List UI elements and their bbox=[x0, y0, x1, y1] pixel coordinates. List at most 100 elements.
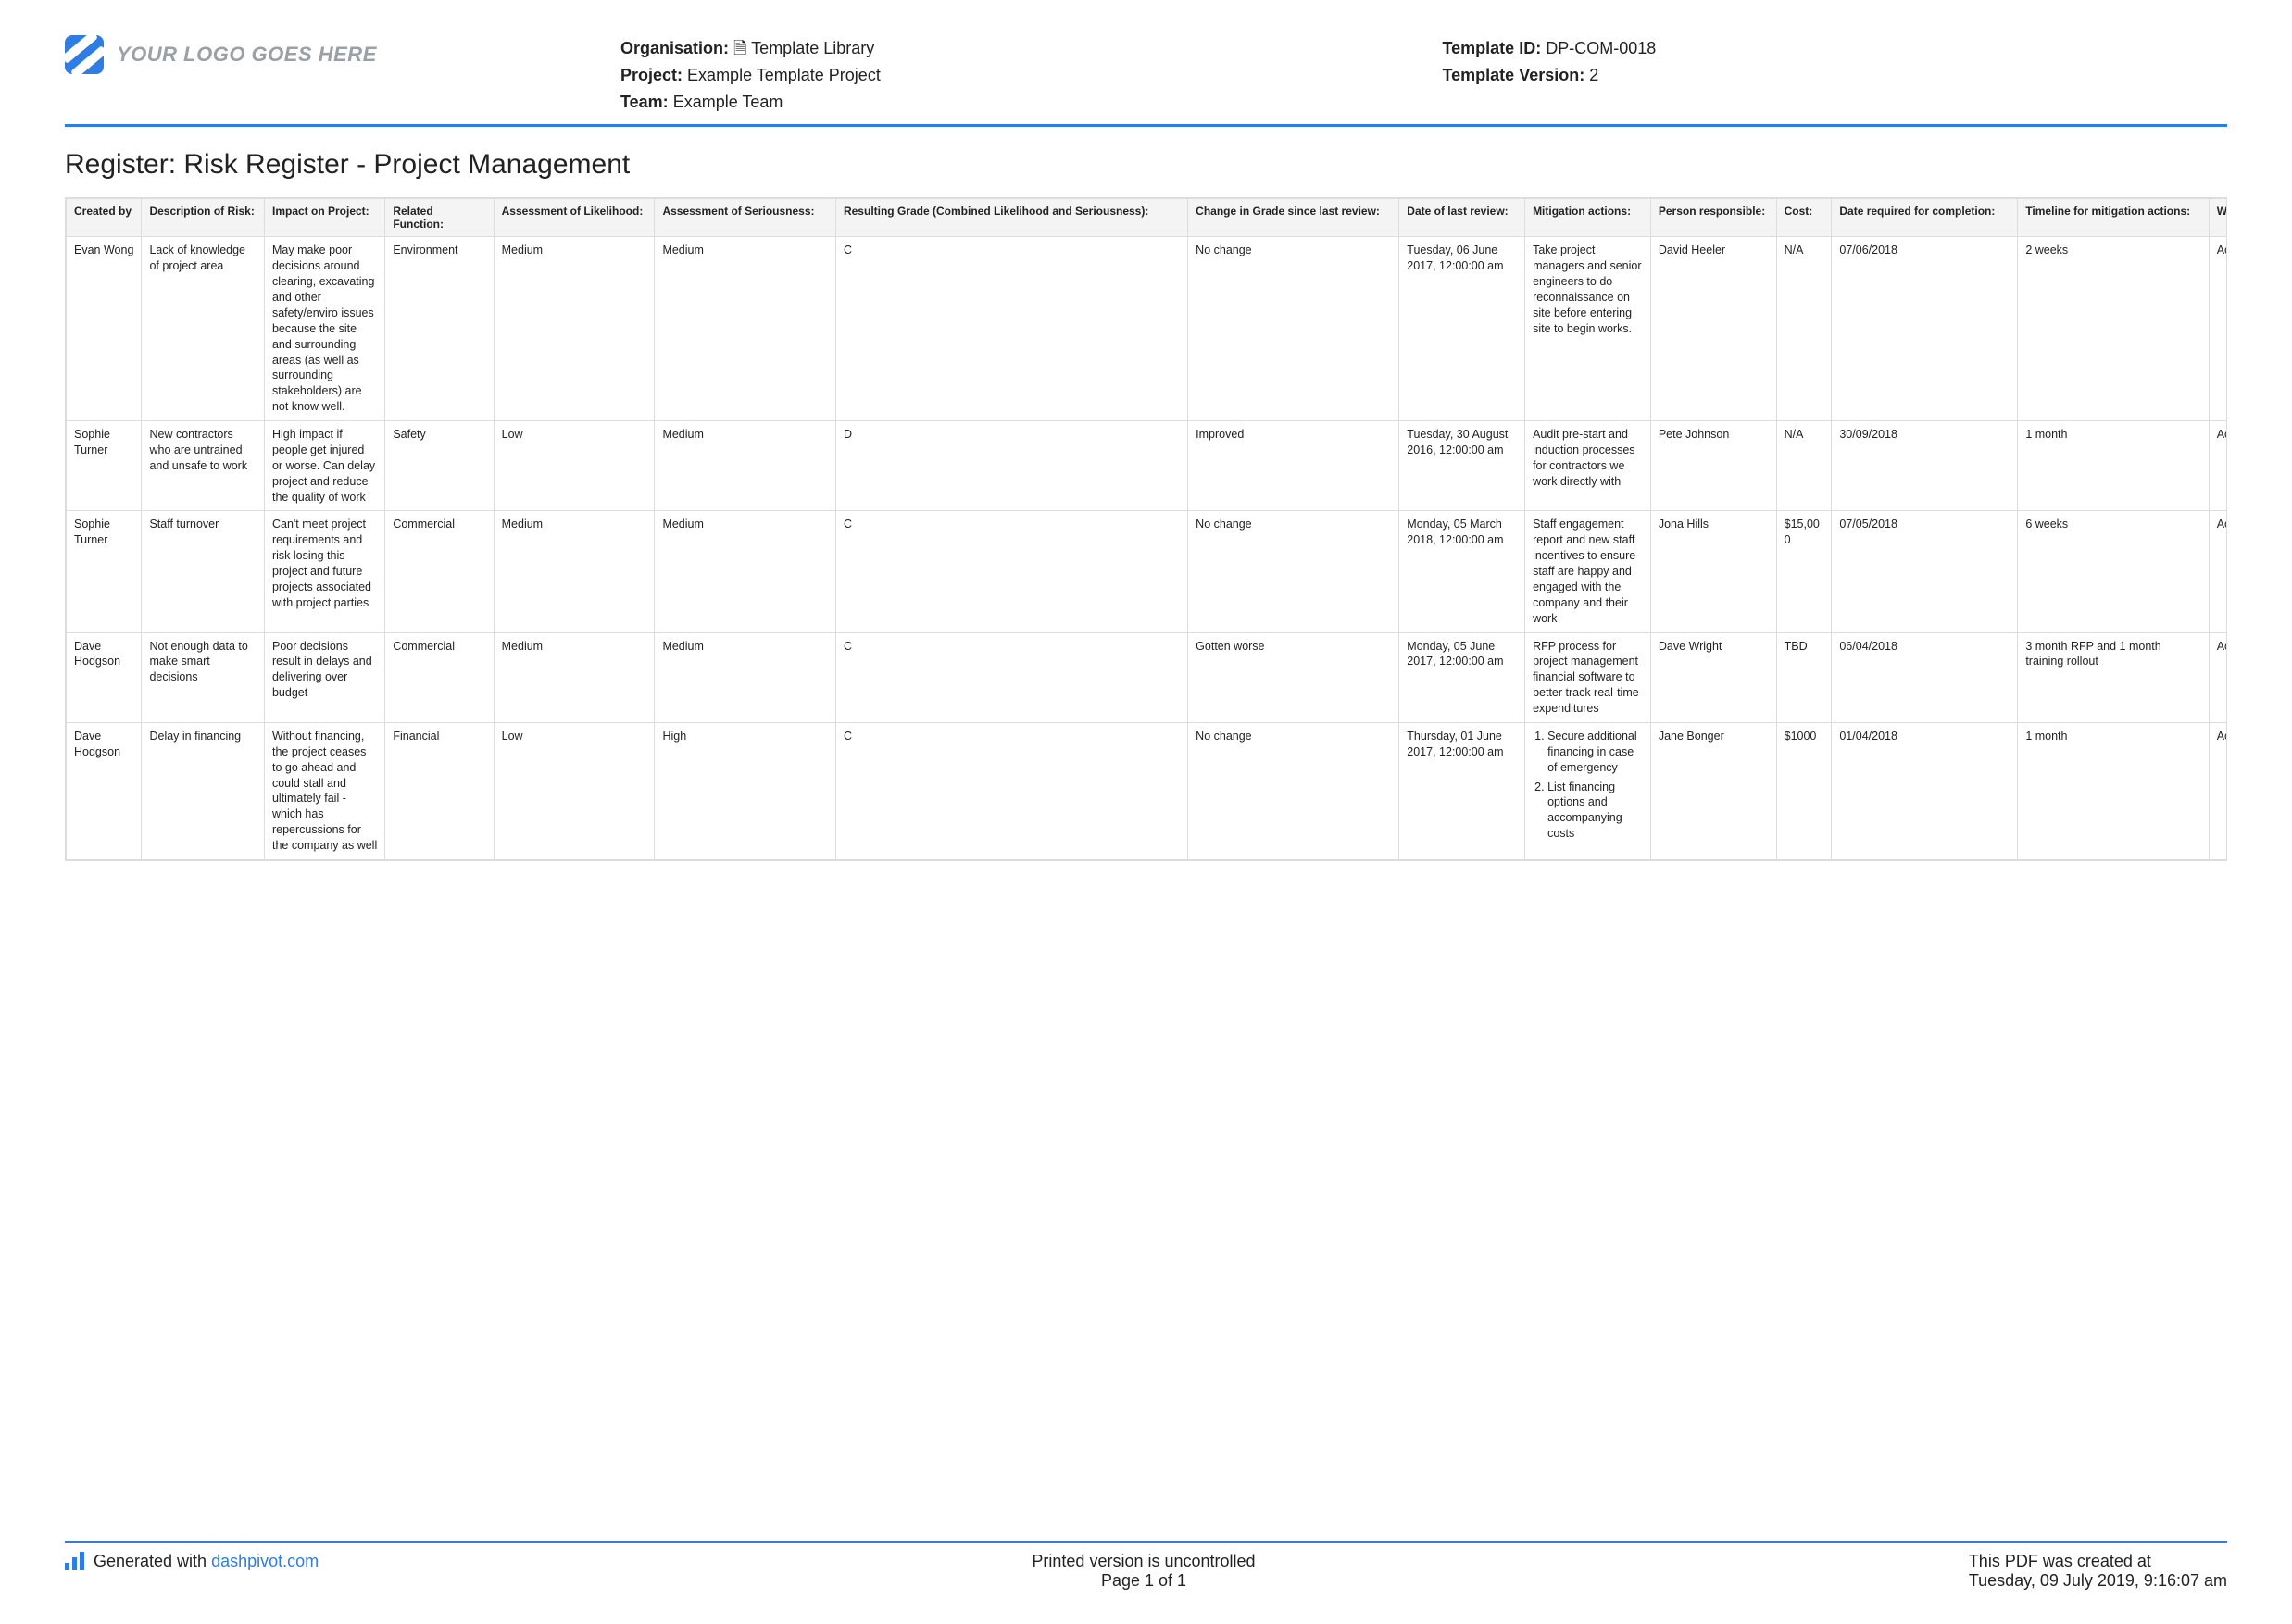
cell-grade: C bbox=[835, 511, 1187, 632]
meta-right: Template ID: DP-COM-0018 Template Versio… bbox=[1443, 35, 2228, 89]
cell-seriousness: Medium bbox=[655, 421, 836, 511]
column-header: Assessment of Likelihood: bbox=[494, 199, 655, 237]
document-header: YOUR LOGO GOES HERE Organisation: 🗎 Temp… bbox=[65, 35, 2227, 115]
cell-cost: $1000 bbox=[1776, 722, 1832, 859]
cell-impact: Without financing, the project ceases to… bbox=[264, 722, 384, 859]
cell-seriousness: Medium bbox=[655, 632, 836, 722]
cell-cost: N/A bbox=[1776, 421, 1832, 511]
cell-change: No change bbox=[1188, 511, 1399, 632]
column-header: Date required for completion: bbox=[1832, 199, 2018, 237]
dashpivot-link[interactable]: dashpivot.com bbox=[211, 1552, 319, 1570]
cell-change: Gotten worse bbox=[1188, 632, 1399, 722]
logo-icon bbox=[65, 35, 104, 74]
template-version-label: Template Version: bbox=[1443, 66, 1585, 84]
logo-text: YOUR LOGO GOES HERE bbox=[117, 43, 377, 67]
cell-mitigation: RFP process for project management finan… bbox=[1525, 632, 1651, 722]
cell-likelihood: Medium bbox=[494, 632, 655, 722]
cell-last_review: Monday, 05 June 2017, 12:00:00 am bbox=[1399, 632, 1525, 722]
column-header: Description of Risk: bbox=[142, 199, 265, 237]
cell-completion: 07/05/2018 bbox=[1832, 511, 2018, 632]
cell-likelihood: Medium bbox=[494, 511, 655, 632]
cell-description: New contractors who are untrained and un… bbox=[142, 421, 265, 511]
risk-table-wrap: Created byDescription of Risk:Impact on … bbox=[65, 197, 2227, 861]
created-at-label: This PDF was created at bbox=[1969, 1552, 2227, 1571]
cell-completion: 06/04/2018 bbox=[1832, 632, 2018, 722]
column-header: Mitigation actions: bbox=[1525, 199, 1651, 237]
cell-mitigation: Audit pre-start and induction processes … bbox=[1525, 421, 1651, 511]
column-header: Related Function: bbox=[385, 199, 494, 237]
cell-change: No change bbox=[1188, 237, 1399, 421]
cell-grade: C bbox=[835, 632, 1187, 722]
org-value: 🗎 Template Library bbox=[733, 39, 874, 57]
cell-completion: 07/06/2018 bbox=[1832, 237, 2018, 421]
cell-created_by: Dave Hodgson bbox=[67, 632, 142, 722]
template-id-value: DP-COM-0018 bbox=[1546, 39, 1656, 57]
org-label: Organisation: bbox=[620, 39, 729, 57]
column-header: Timeline for mitigation actions: bbox=[2018, 199, 2209, 237]
cell-change: No change bbox=[1188, 722, 1399, 859]
cell-function: Commercial bbox=[385, 511, 494, 632]
cell-responsible: Jona Hills bbox=[1650, 511, 1776, 632]
cell-seriousness: High bbox=[655, 722, 836, 859]
cell-mitigation: Secure additional financing in case of e… bbox=[1525, 722, 1651, 859]
column-header: Impact on Project: bbox=[264, 199, 384, 237]
logo-block: YOUR LOGO GOES HERE bbox=[65, 35, 583, 74]
cell-created_by: Sophie Turner bbox=[67, 421, 142, 511]
cell-timeline: 3 month RFP and 1 month training rollout bbox=[2018, 632, 2209, 722]
page-number: Page 1 of 1 bbox=[1032, 1571, 1255, 1591]
table-row: Sophie TurnerNew contractors who are unt… bbox=[67, 421, 2228, 511]
column-header: Person responsible: bbox=[1650, 199, 1776, 237]
column-header: Resulting Grade (Combined Likelihood and… bbox=[835, 199, 1187, 237]
risk-register-table: Created byDescription of Risk:Impact on … bbox=[66, 198, 2227, 860]
cell-description: Not enough data to make smart decisions bbox=[142, 632, 265, 722]
cell-timeline: 6 weeks bbox=[2018, 511, 2209, 632]
cell-work: Activity bbox=[2209, 511, 2227, 632]
cell-seriousness: Medium bbox=[655, 237, 836, 421]
column-header: Date of last review: bbox=[1399, 199, 1525, 237]
table-row: Sophie TurnerStaff turnoverCan't meet pr… bbox=[67, 511, 2228, 632]
template-id-label: Template ID: bbox=[1443, 39, 1542, 57]
cell-mitigation: Staff engagement report and new staff in… bbox=[1525, 511, 1651, 632]
cell-last_review: Thursday, 01 June 2017, 12:00:00 am bbox=[1399, 722, 1525, 859]
cell-grade: C bbox=[835, 237, 1187, 421]
cell-cost: $15,000 bbox=[1776, 511, 1832, 632]
column-header: Cost: bbox=[1776, 199, 1832, 237]
cell-likelihood: Low bbox=[494, 722, 655, 859]
cell-completion: 01/04/2018 bbox=[1832, 722, 2018, 859]
uncontrolled-text: Printed version is uncontrolled bbox=[1032, 1552, 1255, 1571]
cell-function: Safety bbox=[385, 421, 494, 511]
column-header: Assessment of Seriousness: bbox=[655, 199, 836, 237]
column-header: Change in Grade since last review: bbox=[1188, 199, 1399, 237]
cell-completion: 30/09/2018 bbox=[1832, 421, 2018, 511]
cell-timeline: 2 weeks bbox=[2018, 237, 2209, 421]
cell-function: Financial bbox=[385, 722, 494, 859]
generated-prefix: Generated with bbox=[94, 1552, 211, 1570]
page-title: Register: Risk Register - Project Manage… bbox=[65, 149, 2227, 181]
footer-center: Printed version is uncontrolled Page 1 o… bbox=[1032, 1552, 1255, 1591]
project-label: Project: bbox=[620, 66, 683, 84]
cell-last_review: Tuesday, 06 June 2017, 12:00:00 am bbox=[1399, 237, 1525, 421]
header-rule bbox=[65, 124, 2227, 127]
cell-responsible: Jane Bonger bbox=[1650, 722, 1776, 859]
cell-work: Activity bbox=[2209, 722, 2227, 859]
cell-function: Commercial bbox=[385, 632, 494, 722]
table-row: Evan WongLack of knowledge of project ar… bbox=[67, 237, 2228, 421]
cell-work: Activity bbox=[2209, 632, 2227, 722]
footer-right: This PDF was created at Tuesday, 09 July… bbox=[1969, 1552, 2227, 1591]
cell-responsible: Pete Johnson bbox=[1650, 421, 1776, 511]
cell-responsible: David Heeler bbox=[1650, 237, 1776, 421]
cell-timeline: 1 month bbox=[2018, 722, 2209, 859]
cell-work: Activity bbox=[2209, 421, 2227, 511]
project-value: Example Template Project bbox=[687, 66, 881, 84]
cell-impact: May make poor decisions around clearing,… bbox=[264, 237, 384, 421]
cell-likelihood: Low bbox=[494, 421, 655, 511]
team-label: Team: bbox=[620, 93, 669, 111]
cell-created_by: Evan Wong bbox=[67, 237, 142, 421]
team-value: Example Team bbox=[673, 93, 783, 111]
cell-mitigation: Take project managers and senior enginee… bbox=[1525, 237, 1651, 421]
cell-function: Environment bbox=[385, 237, 494, 421]
mitigation-list-item: List financing options and accompanying … bbox=[1547, 780, 1643, 843]
document-footer: Generated with dashpivot.com Printed ver… bbox=[65, 1533, 2227, 1591]
cell-likelihood: Medium bbox=[494, 237, 655, 421]
cell-description: Delay in financing bbox=[142, 722, 265, 859]
